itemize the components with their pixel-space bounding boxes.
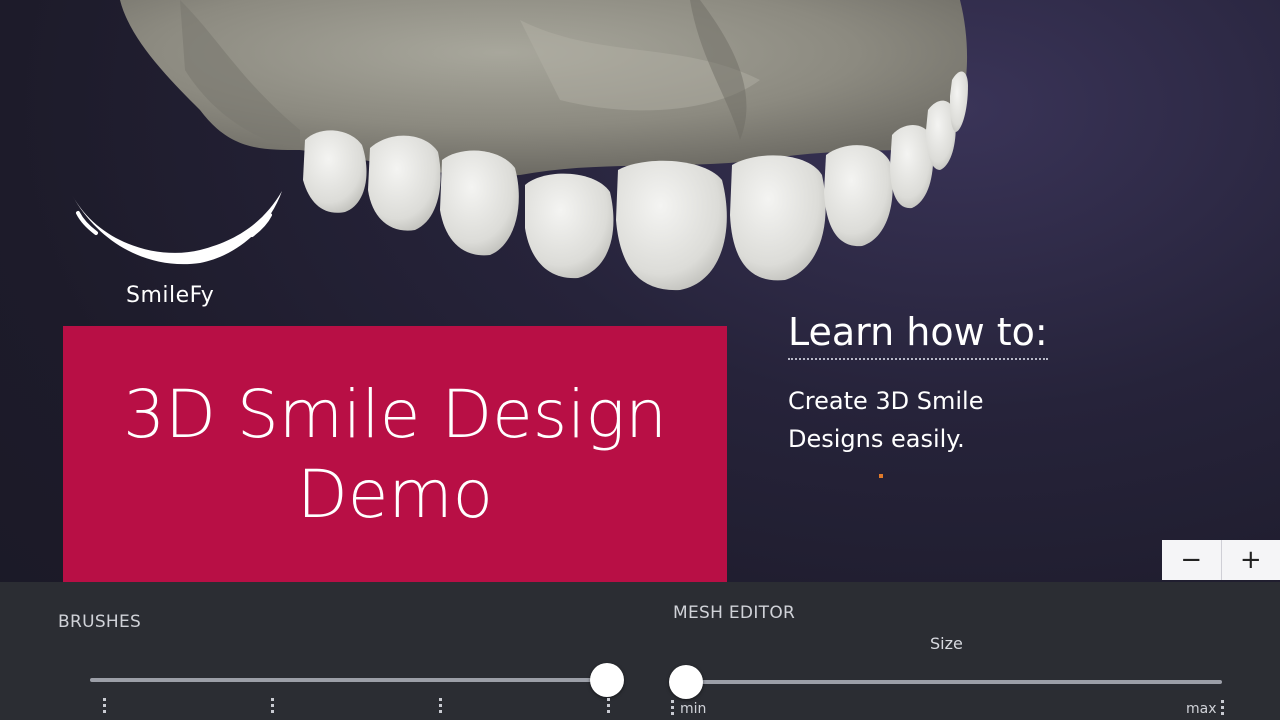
brushes-slider-thumb[interactable] <box>590 663 624 697</box>
size-slider-thumb[interactable] <box>669 665 703 699</box>
smile-logo-icon <box>72 191 282 265</box>
brushes-tick <box>271 698 274 714</box>
learn-body: Create 3D Smile Designs easily. <box>788 387 984 453</box>
brushes-tick <box>439 698 442 714</box>
brushes-label: BRUSHES <box>58 612 142 632</box>
smilefy-logo: SmileFy <box>60 185 300 315</box>
title-card: 3D Smile Design Demo <box>63 326 727 583</box>
bottom-panel: BRUSHES MESH EDITOR Size min max <box>0 582 1280 720</box>
orange-marker <box>879 474 883 478</box>
size-max-tick <box>1221 700 1224 716</box>
zoom-controls: − + <box>1162 540 1280 580</box>
size-slider-track[interactable] <box>686 680 1222 684</box>
title-line-2: Demo <box>296 455 494 533</box>
brushes-tick <box>103 698 106 714</box>
size-max-label: max <box>1186 701 1217 717</box>
size-label: Size <box>930 634 963 653</box>
logo-text: SmileFy <box>126 283 215 308</box>
zoom-out-button[interactable]: − <box>1162 540 1221 580</box>
mesh-editor-label: MESH EDITOR <box>673 603 796 623</box>
3d-viewport[interactable]: SmileFy 3D Smile Design Demo Learn how t… <box>0 0 1280 583</box>
title-line-1: 3D Smile Design <box>123 375 667 453</box>
learn-heading: Learn how to: <box>788 310 1048 360</box>
zoom-in-button[interactable]: + <box>1220 540 1280 580</box>
size-min-label: min <box>680 701 707 717</box>
brushes-slider-track[interactable] <box>90 678 610 682</box>
size-min-tick <box>671 700 674 716</box>
brushes-tick <box>607 698 610 714</box>
